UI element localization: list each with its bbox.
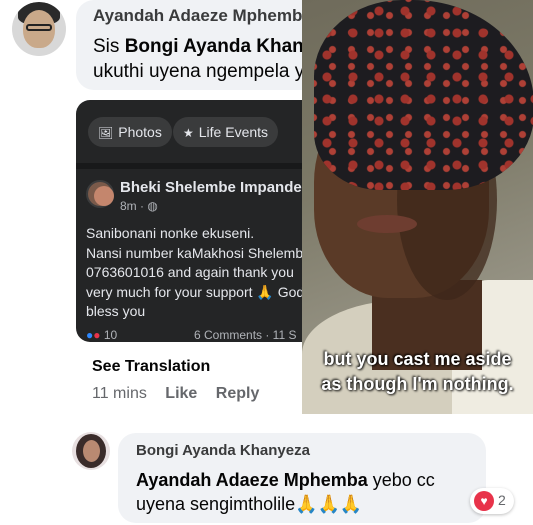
video-lips xyxy=(357,215,417,233)
avatar-face xyxy=(83,440,100,462)
comment-time: 11 mins xyxy=(92,385,147,402)
reply-avatar[interactable] xyxy=(72,432,110,470)
reply-text-line1: Ayandah Adaeze Mphemba yebo cc xyxy=(136,468,435,492)
mention-link[interactable]: Ayandah Adaeze Mphemba xyxy=(136,470,368,490)
like-button[interactable]: Like xyxy=(165,385,197,402)
video-frame-overlay: but you cast me aside as though I'm noth… xyxy=(302,0,533,414)
comment-text: Sis Bongi Ayanda Khanyez ukuthi uyena ng… xyxy=(93,34,334,84)
comment-text-line2: ukuthi uyena ngempela yi xyxy=(93,61,309,82)
avatar-glasses xyxy=(26,24,52,31)
video-subtitle: as though I'm nothing. xyxy=(321,374,514,394)
reaction-summary[interactable]: ♥ 2 xyxy=(470,488,514,514)
commenter-avatar[interactable] xyxy=(12,2,66,56)
post-time: 8m · xyxy=(120,199,144,213)
post-author-name: Bheki Shelembe Impande xyxy=(120,179,302,196)
reaction-count: 2 xyxy=(498,492,506,508)
post-reaction-count: 10 xyxy=(103,328,118,342)
life-events-chip-label: Life Events xyxy=(198,124,269,140)
photos-chip: 🖼 Photos xyxy=(88,117,172,147)
post-reactions: ●● 10 xyxy=(86,328,117,342)
post-meta: 8m · ◍ xyxy=(120,199,158,213)
reply-button[interactable]: Reply xyxy=(216,385,260,402)
post-comments-count: 6 Comments · 11 S xyxy=(194,328,297,342)
comment-actions: 11 mins Like Reply xyxy=(92,385,273,403)
reply-text-after-mention: yebo cc xyxy=(367,470,435,490)
globe-icon: ◍ xyxy=(147,199,158,213)
photo-icon: 🖼 xyxy=(98,126,114,140)
photos-chip-label: Photos xyxy=(118,124,162,140)
comment-author[interactable]: Ayandah Adaeze Mphemba xyxy=(93,6,312,26)
reply-author[interactable]: Bongi Ayanda Khanyeza xyxy=(136,442,310,459)
post-author-avatar-secondary xyxy=(94,186,114,206)
star-icon: ★ xyxy=(183,126,194,140)
reply-text-line2: uyena sengimtholile🙏🙏🙏 xyxy=(136,494,363,514)
heart-icon: ♥ xyxy=(474,491,494,511)
video-subtitle: but you cast me aside xyxy=(323,349,512,369)
life-events-chip: ★ Life Events xyxy=(173,117,279,147)
comment-text-prefix: Sis xyxy=(93,36,125,57)
see-translation-link[interactable]: See Translation xyxy=(92,358,210,376)
love-reaction-icon: ● xyxy=(93,328,101,342)
